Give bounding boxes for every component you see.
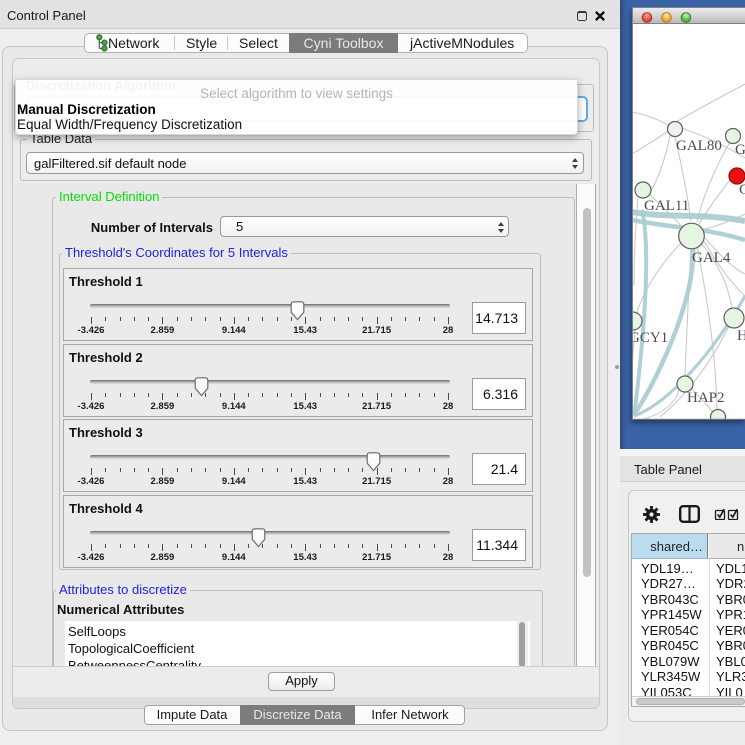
svg-text:GAL4: GAL4 (692, 250, 731, 266)
svg-text:GCY1: GCY1 (632, 330, 668, 346)
svg-text:H: H (737, 328, 745, 344)
svg-text:G: G (739, 182, 745, 198)
svg-text:GAL11: GAL11 (644, 198, 689, 214)
svg-text:HAP2: HAP2 (687, 390, 725, 406)
svg-text:GA: GA (735, 142, 745, 158)
svg-text:GAL80: GAL80 (676, 138, 722, 154)
